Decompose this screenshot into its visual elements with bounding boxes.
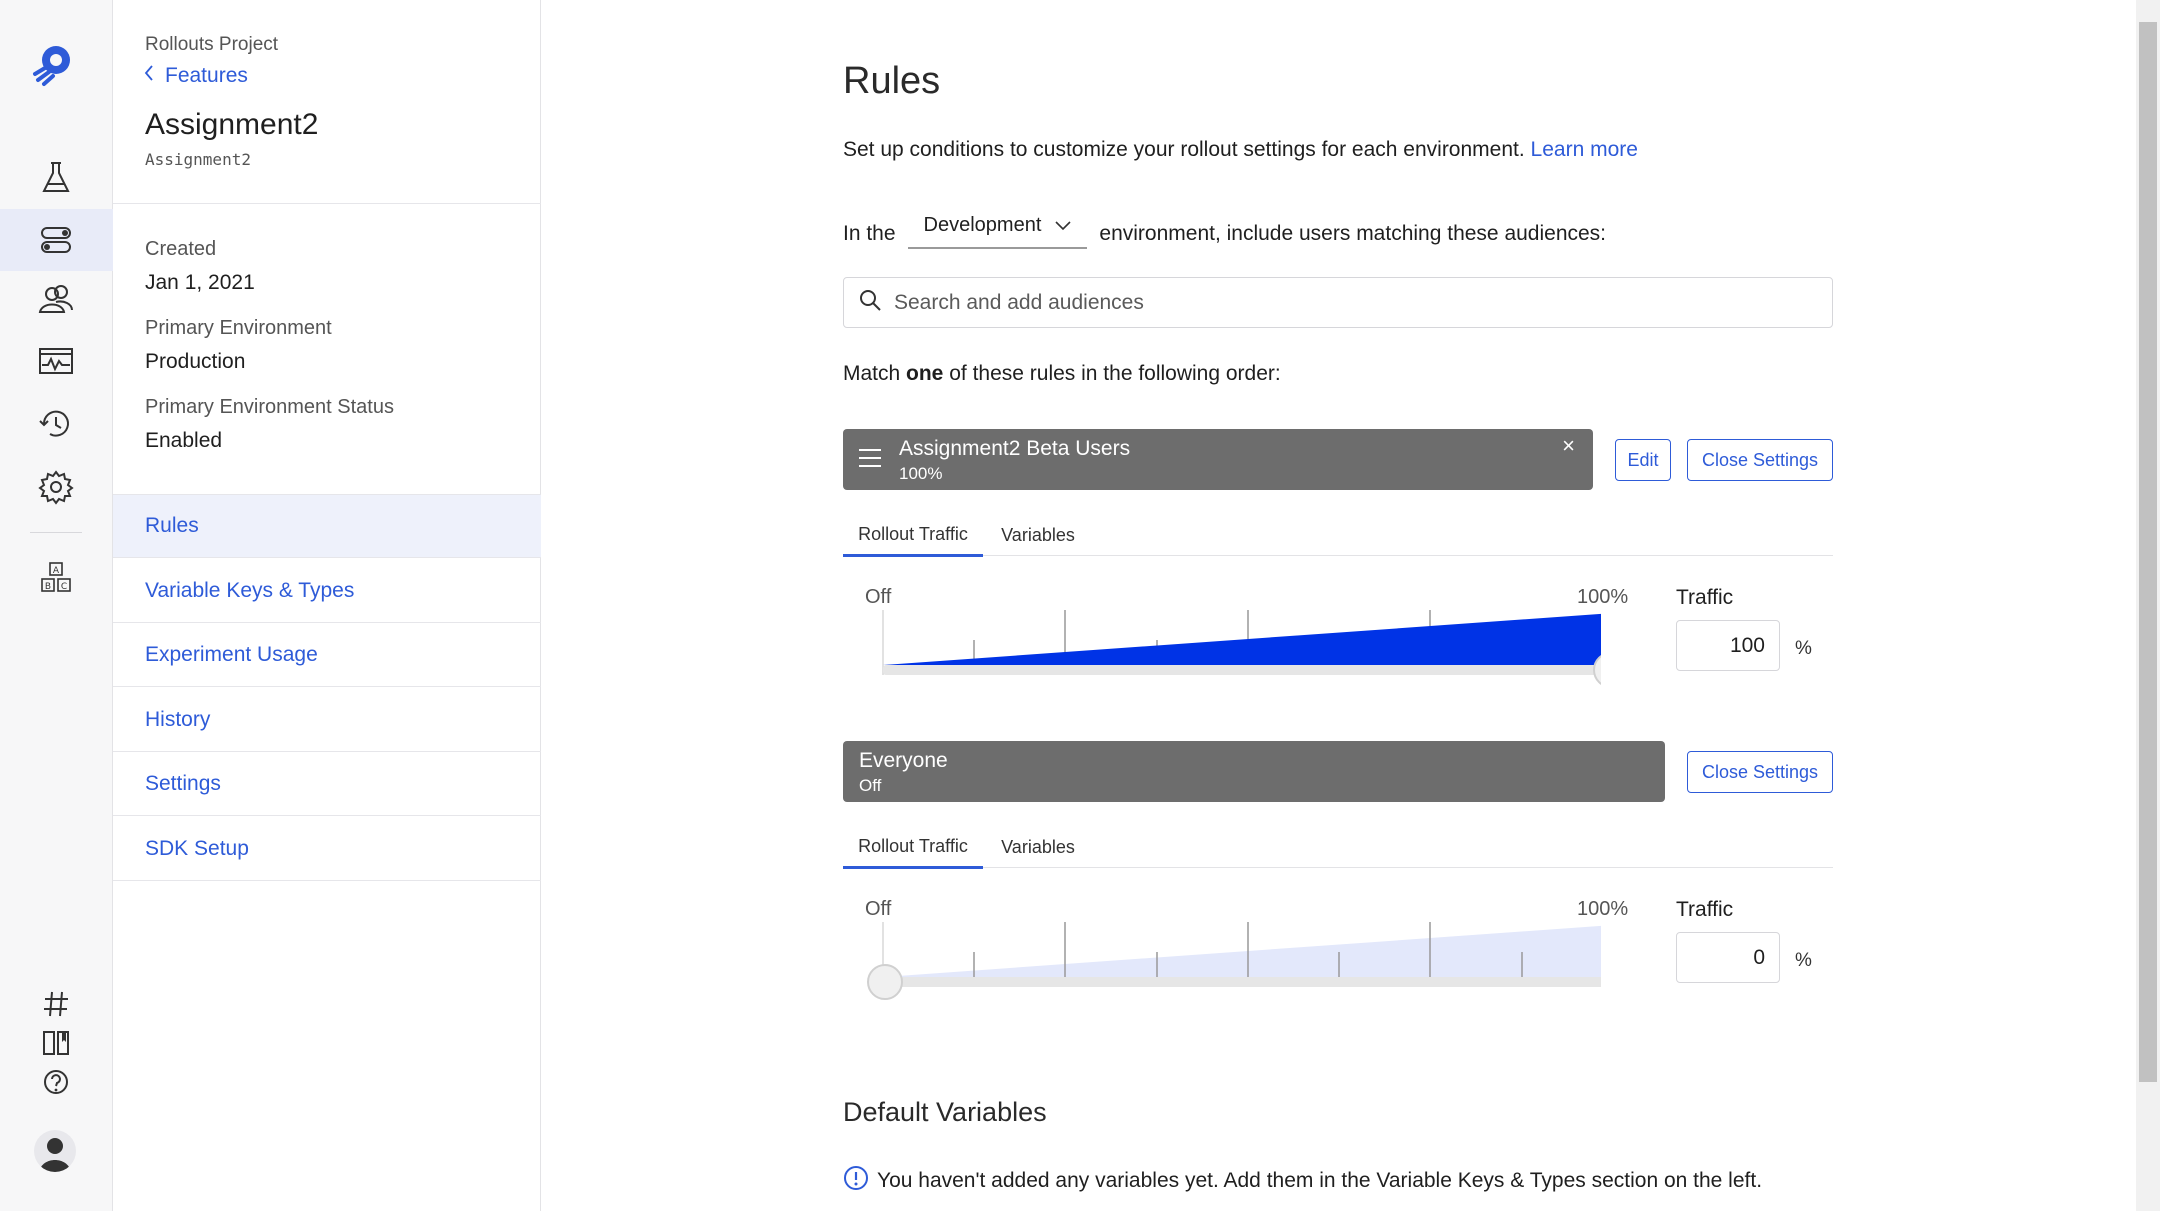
project-name: Rollouts Project [145,34,279,55]
default-variables-title: Default Variables [843,1097,1047,1127]
traffic-label: Traffic [1676,898,1734,921]
svg-text:A: A [53,566,60,576]
environment-select-value: Development [923,214,1042,236]
svg-text:C: C [61,582,67,592]
logo-icon[interactable] [29,40,77,88]
rule-tabs: Rollout Traffic Variables [843,514,1833,557]
rule-status: Off [859,776,882,795]
sidebar-item-experiment-usage[interactable]: Experiment Usage [113,623,541,687]
avatar-icon[interactable] [34,1130,76,1172]
env-prefix: In the [843,221,896,245]
match-instructions: Match one of these rules in the followin… [843,362,1281,386]
svg-text:B: B [45,582,51,592]
tab-variables[interactable]: Variables [983,826,1093,868]
traffic-input[interactable] [1676,932,1780,983]
tab-variables[interactable]: Variables [983,514,1093,556]
icon-rail: ABC [0,0,113,1211]
intro-text: Set up conditions to customize your roll… [843,138,1525,161]
info-icon [843,1165,869,1197]
users-icon[interactable] [30,276,82,324]
traffic-input[interactable] [1676,620,1780,671]
scrollbar-thumb[interactable] [2139,22,2157,1082]
traffic-slider[interactable] [861,605,1601,695]
primary-environment-status-label: Primary Environment Status [145,396,394,418]
environment-line: In the Development environment, include … [843,214,1607,251]
activity-icon[interactable] [30,337,82,385]
page-scrollbar[interactable] [2136,0,2160,1211]
feature-title: Assignment2 [145,108,319,141]
match-bold: one [906,362,944,385]
abc-icon[interactable]: ABC [30,555,82,603]
default-variables-notice-text: You haven't added any variables yet. Add… [877,1169,1763,1192]
tab-rollout-traffic[interactable]: Rollout Traffic [843,514,983,557]
sidebar-divider [113,203,541,204]
rule-tabs: Rollout Traffic Variables [843,826,1833,869]
primary-environment-label: Primary Environment [145,317,332,339]
rule-name: Assignment2 Beta Users [899,437,1131,460]
history-icon[interactable] [30,400,82,448]
chevron-left-icon [143,64,155,88]
sidebar-item-history[interactable]: History [113,688,541,752]
slider-fill [883,613,1601,665]
slider-fill [883,925,1601,977]
close-settings-button[interactable]: Close Settings [1687,751,1833,793]
rule-bar-beta-users[interactable]: Assignment2 Beta Users 100% × [843,429,1593,490]
close-icon[interactable]: × [1562,433,1575,459]
learn-more-link[interactable]: Learn more [1531,138,1638,161]
match-prefix: Match [843,362,901,385]
traffic-unit: % [1795,950,1812,971]
created-label: Created [145,238,217,260]
page-title: Rules [843,60,941,102]
primary-environment-status-value: Enabled [145,429,223,452]
default-variables-notice: You haven't added any variables yet. Add… [843,1165,1762,1197]
back-to-features-link[interactable]: Features [143,64,248,88]
search-icon [858,288,882,317]
feature-sidebar: Rollouts Project Features Assignment2 As… [113,0,541,1211]
tab-rollout-traffic[interactable]: Rollout Traffic [843,826,983,869]
rule-name: Everyone [859,749,948,772]
chevron-down-icon [1055,214,1071,237]
drag-handle-icon[interactable] [859,449,881,473]
environment-select[interactable]: Development [907,214,1088,249]
audience-search [843,277,1833,328]
primary-environment-value: Production [145,350,246,373]
sidebar-item-sdk-setup[interactable]: SDK Setup [113,817,541,881]
sidebar-item-variable-keys[interactable]: Variable Keys & Types [113,559,541,623]
back-link-label: Features [165,64,248,87]
rail-divider [30,532,82,533]
main-content: Rules Set up conditions to customize you… [541,0,2136,1211]
rule-status: 100% [899,464,943,483]
slider-track [883,665,1601,675]
feature-key: Assignment2 [145,150,251,169]
sidebar-item-settings[interactable]: Settings [113,752,541,816]
gear-icon[interactable] [30,463,82,511]
page-intro: Set up conditions to customize your roll… [843,138,1638,162]
sidebar-item-rules[interactable]: Rules [113,494,541,558]
traffic-slider[interactable] [861,917,1601,1007]
toggle-icon[interactable] [30,216,82,264]
slider-handle[interactable] [867,964,903,1000]
created-value: Jan 1, 2021 [145,271,255,294]
match-suffix: of these rules in the following order: [949,362,1281,385]
close-settings-button[interactable]: Close Settings [1687,439,1833,481]
edit-button[interactable]: Edit [1615,439,1671,481]
slider-track [883,977,1601,987]
env-suffix: environment, include users matching thes… [1099,221,1607,245]
help-icon[interactable] [30,1058,82,1106]
audience-search-input[interactable] [894,290,1832,315]
rule-bar-everyone[interactable]: Everyone Off [843,741,1665,802]
flask-icon[interactable] [30,153,82,201]
traffic-unit: % [1795,638,1812,659]
traffic-label: Traffic [1676,586,1734,609]
